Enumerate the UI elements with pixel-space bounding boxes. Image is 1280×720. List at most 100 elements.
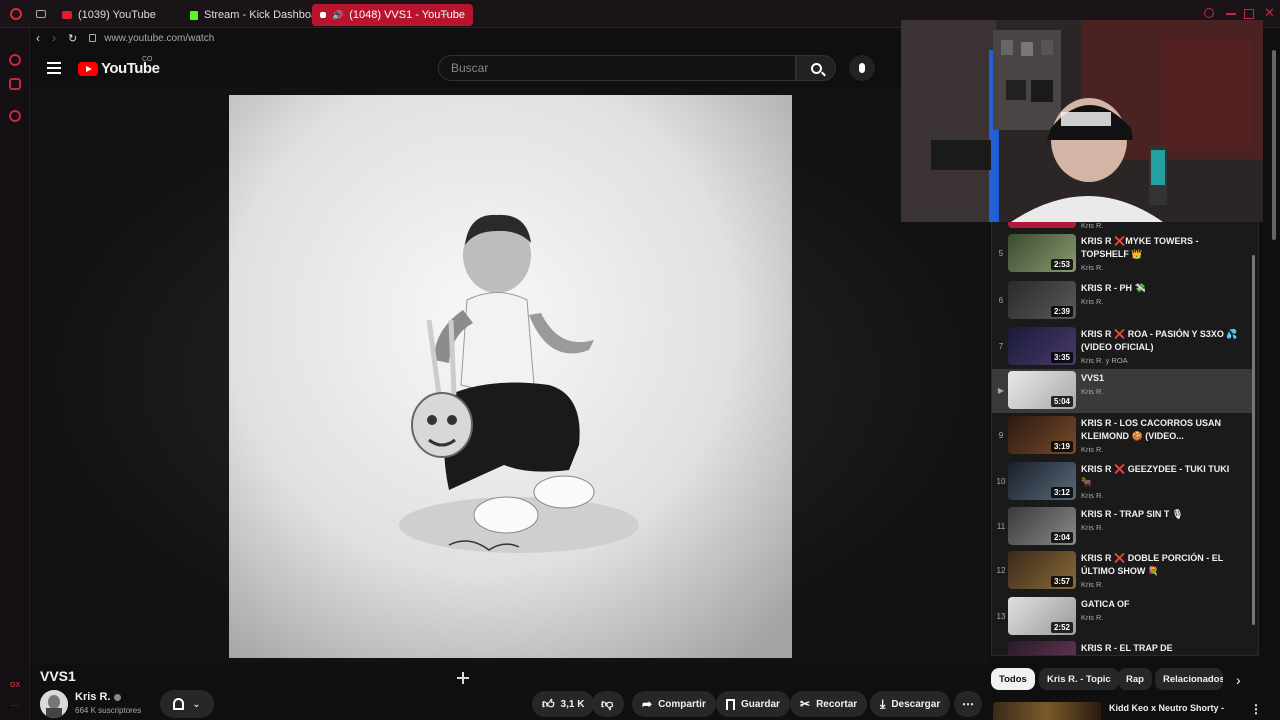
- playlist-item-channel[interactable]: Kris R.: [1081, 445, 1104, 454]
- gx-badge[interactable]: GX: [10, 682, 20, 689]
- playlist-item-title[interactable]: KRIS R - EL TRAP DE: [1081, 642, 1241, 655]
- tab-vvs1-youtube[interactable]: 🔊 (1048) VVS1 - YouTube: [312, 4, 474, 26]
- more-actions-button[interactable]: ⋯: [954, 691, 982, 717]
- speaker-icon[interactable]: 🔊: [332, 10, 343, 21]
- playlist-item-index: 12: [996, 566, 1006, 575]
- chip-kris-r-topic[interactable]: Kris R. - Topic: [1039, 668, 1119, 690]
- playlist-item-channel[interactable]: Kris R.: [1081, 387, 1104, 396]
- url-field[interactable]: www.youtube.com/watch: [104, 33, 214, 44]
- playlist-item-thumbnail[interactable]: 3:35: [1008, 327, 1076, 365]
- dislike-button[interactable]: 👎︎: [592, 691, 624, 717]
- channel-name[interactable]: Kris R.: [75, 691, 122, 703]
- playlist-item-thumbnail[interactable]: 2:39: [1008, 281, 1076, 319]
- playlist-item-title[interactable]: VVS1: [1081, 372, 1241, 385]
- search-icon: [810, 62, 826, 76]
- playlist-item[interactable]: 13 2:52 GATICA OF Kris R.: [992, 595, 1252, 639]
- recommended-title[interactable]: Kidd Keo x Neutro Shorty -: [1109, 703, 1224, 713]
- page-scrollbar[interactable]: [1272, 50, 1276, 240]
- chevron-right-icon[interactable]: ›: [1236, 672, 1241, 688]
- playlist-item-thumbnail[interactable]: 3:12: [1008, 462, 1076, 500]
- search-tabs-icon[interactable]: [1204, 8, 1214, 18]
- playlist-item[interactable]: KRIS R - EL TRAP DE: [992, 639, 1252, 655]
- clip-label: Recortar: [816, 698, 858, 710]
- notifications-button[interactable]: ⌄: [160, 690, 214, 718]
- playlist-item-index: 5: [998, 249, 1004, 258]
- playlist-item-title[interactable]: KRIS R ❌MYKE TOWERS - TOPSHELF 👑: [1081, 235, 1241, 261]
- youtube-header: YouTube CO Buscar: [30, 48, 900, 88]
- playlist-item[interactable]: 11 2:04 KRIS R - TRAP SIN T 🎙 Kris R.: [992, 505, 1252, 549]
- video-frame-album-art[interactable]: [229, 95, 792, 658]
- playlist-item-thumbnail[interactable]: 2:53: [1008, 234, 1076, 272]
- recommended-thumbnail[interactable]: [993, 702, 1101, 720]
- playlist-item[interactable]: 5 2:53 KRIS R ❌MYKE TOWERS - TOPSHELF 👑 Kri…: [992, 232, 1252, 276]
- tab-youtube-home[interactable]: (1039) YouTube: [54, 4, 164, 26]
- speed-dial-icon[interactable]: [9, 54, 21, 66]
- chip-rap[interactable]: Rap: [1118, 668, 1152, 690]
- thumbs-up-icon: 👍︎: [542, 696, 555, 711]
- channel-avatar[interactable]: [40, 690, 68, 718]
- chip-todos[interactable]: Todos: [991, 668, 1035, 690]
- download-icon: ⤓: [880, 696, 886, 711]
- verified-icon: [114, 693, 122, 701]
- playlist-item[interactable]: 10 3:12 KRIS R ❌ GEEZYDEE - TUKI TUKI 🐂 Kri…: [992, 460, 1252, 504]
- playlist-item-thumbnail[interactable]: 3:57: [1008, 551, 1076, 589]
- playlist-item-channel: Kris R.: [1081, 222, 1104, 230]
- more-vertical-icon[interactable]: ⋮: [1250, 702, 1262, 716]
- minimize-icon[interactable]: [1226, 13, 1236, 15]
- playlist-item-title[interactable]: KRIS R ❌ ROA - PASIÓN Y S3XO 💦 (VIDEO OF…: [1081, 328, 1241, 354]
- opera-logo-icon[interactable]: [10, 8, 22, 20]
- new-tab-button[interactable]: +: [440, 6, 448, 22]
- menu-icon[interactable]: [47, 62, 61, 74]
- more-icon[interactable]: ···: [10, 700, 19, 710]
- playlist-item-thumbnail[interactable]: 2:52: [1008, 597, 1076, 635]
- playlist-item-thumbnail[interactable]: 5:04: [1008, 371, 1076, 409]
- playlist-item-channel[interactable]: Kris R.: [1081, 263, 1104, 272]
- history-icon[interactable]: [9, 110, 21, 122]
- clip-button[interactable]: ✂ Recortar: [790, 691, 868, 717]
- playlist-item[interactable]: 12 3:57 KRIS R ❌ DOBLE PORCIÓN - EL ÚLTIMO…: [992, 549, 1252, 593]
- back-icon[interactable]: ‹: [36, 31, 40, 45]
- save-button[interactable]: Guardar: [716, 691, 790, 717]
- playlist-item-channel[interactable]: Kris R.: [1081, 297, 1104, 306]
- playlist-item-channel[interactable]: Kris R. y ROA: [1081, 356, 1128, 365]
- maximize-icon[interactable]: [1244, 9, 1254, 19]
- playlist-item-title[interactable]: KRIS R - PH 💸: [1081, 282, 1241, 295]
- chip-relacionados[interactable]: Relacionados: [1155, 668, 1223, 690]
- playlist-scrollbar[interactable]: [1252, 255, 1255, 625]
- playlist-item-title[interactable]: KRIS R ❌ DOBLE PORCIÓN - EL ÚLTIMO SHOW …: [1081, 552, 1241, 578]
- forward-icon[interactable]: ›: [52, 31, 56, 45]
- playlist-item[interactable]: ▶ 5:04 VVS1 Kris R.: [992, 369, 1252, 413]
- playlist-item-channel[interactable]: Kris R.: [1081, 491, 1104, 500]
- playlist-item-duration: 2:04: [1050, 532, 1073, 543]
- recommended-video[interactable]: Kidd Keo x Neutro Shorty -: [993, 700, 1263, 720]
- playlist-item-thumbnail[interactable]: 2:04: [1008, 507, 1076, 545]
- playlist-item-channel[interactable]: Kris R.: [1081, 523, 1104, 532]
- youtube-favicon-icon: [320, 12, 326, 18]
- playlist-item-title[interactable]: KRIS R ❌ GEEZYDEE - TUKI TUKI 🐂: [1081, 463, 1241, 489]
- playlist-item[interactable]: 6 2:39 KRIS R - PH 💸 Kris R.: [992, 279, 1252, 323]
- playlist-item-title[interactable]: GATICA OF: [1081, 598, 1241, 611]
- playlist-item-thumbnail[interactable]: [1008, 641, 1076, 655]
- playlist-item-title[interactable]: KRIS R - TRAP SIN T 🎙: [1081, 508, 1241, 521]
- playlist-item-title[interactable]: KRIS R - LOS CACORROS USAN KLEIMOND 🍪 (V…: [1081, 417, 1241, 443]
- download-button[interactable]: ⤓ Descargar: [870, 691, 951, 717]
- share-button[interactable]: ➦ Compartir: [632, 691, 716, 717]
- messenger-icon[interactable]: [9, 78, 21, 90]
- search-input[interactable]: Buscar: [438, 55, 796, 81]
- playlist-item-duration: 3:35: [1050, 352, 1073, 363]
- tab-island-icon[interactable]: [36, 10, 46, 18]
- streamer-webcam-overlay: [901, 20, 1263, 222]
- search-button[interactable]: [796, 55, 836, 81]
- playlist-item-thumbnail[interactable]: 3:19: [1008, 416, 1076, 454]
- playlist-item-channel[interactable]: Kris R.: [1081, 580, 1104, 589]
- mic-icon: [859, 63, 865, 73]
- album-art-image: [229, 95, 792, 658]
- chevron-down-icon: ⌄: [192, 698, 201, 710]
- voice-search-button[interactable]: [849, 55, 875, 81]
- like-button[interactable]: 👍︎ 3,1 K: [532, 691, 595, 717]
- reload-icon[interactable]: ↻: [68, 32, 77, 45]
- close-icon[interactable]: ✕: [1264, 5, 1275, 21]
- playlist-item[interactable]: 9 3:19 KRIS R - LOS CACORROS USAN KLEIMOND…: [992, 414, 1252, 458]
- playlist-item[interactable]: 7 3:35 KRIS R ❌ ROA - PASIÓN Y S3XO 💦 (VID…: [992, 325, 1252, 369]
- playlist-item-channel[interactable]: Kris R.: [1081, 613, 1104, 622]
